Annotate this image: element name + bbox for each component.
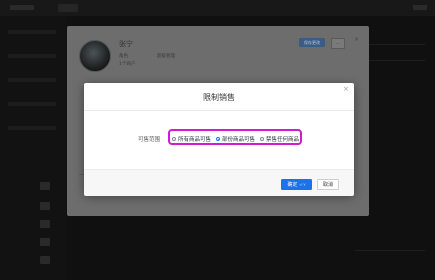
sidebar-row	[8, 126, 56, 130]
top-right-menu	[413, 5, 427, 10]
app-sidebar	[0, 16, 66, 280]
sidebar-row	[8, 102, 56, 106]
sidebar-thumbnail	[40, 220, 50, 228]
modal-title: 限制销售	[203, 93, 235, 102]
radio-button-icon[interactable]	[260, 137, 264, 141]
radio-all-products[interactable]: 所有商品可售	[172, 135, 211, 143]
restrict-sales-modal: 限制销售 × 可售范围 所有商品可售 部份商品可售 禁售任何商品 确定 ⏎ Y …	[84, 83, 354, 196]
sidebar-thumbnail	[40, 202, 50, 210]
top-nav-tab	[58, 4, 78, 12]
radio-button-icon[interactable]	[172, 137, 176, 141]
meta-label: 1个商户	[119, 62, 136, 67]
sidebar-thumbnail	[40, 182, 50, 190]
sidebar-thumbnail	[40, 256, 50, 264]
modal-header: 限制销售 ×	[84, 83, 354, 111]
sidebar-row	[8, 30, 56, 34]
confirm-button[interactable]: 确定 ⏎ Y	[281, 179, 312, 190]
app-logo	[10, 5, 34, 10]
avatar	[79, 40, 111, 72]
radio-label: 所有商品可售	[178, 137, 212, 143]
app-topbar	[0, 0, 435, 16]
close-icon[interactable]: ×	[354, 36, 359, 43]
radio-no-products[interactable]: 禁售任何商品	[260, 135, 299, 143]
confirm-label: 确定	[287, 182, 298, 188]
sidebar-thumbnail	[40, 238, 50, 246]
cancel-button[interactable]: 取消	[317, 179, 339, 190]
sidebar-row	[8, 54, 56, 58]
sidebar-row	[8, 78, 56, 82]
modal-footer: 确定 ⏎ Y 取消	[84, 169, 354, 196]
list-divider	[355, 250, 425, 251]
close-icon[interactable]: ×	[343, 85, 349, 93]
user-name: 张宁	[119, 40, 133, 48]
meta-value: 超级管理	[157, 54, 175, 59]
more-options-button[interactable]: …	[331, 38, 345, 49]
radio-label: 部份商品可售	[222, 137, 256, 143]
radio-button-checked-icon[interactable]	[216, 137, 220, 141]
save-changes-button[interactable]: 保存更改	[299, 38, 325, 47]
radio-label: 禁售任何商品	[266, 137, 300, 143]
sale-scope-label: 可售范围	[138, 137, 161, 143]
meta-label: 角色	[119, 54, 128, 59]
shortcut-hint: ⏎ Y	[299, 182, 306, 187]
radio-partial-products[interactable]: 部份商品可售	[216, 135, 255, 143]
